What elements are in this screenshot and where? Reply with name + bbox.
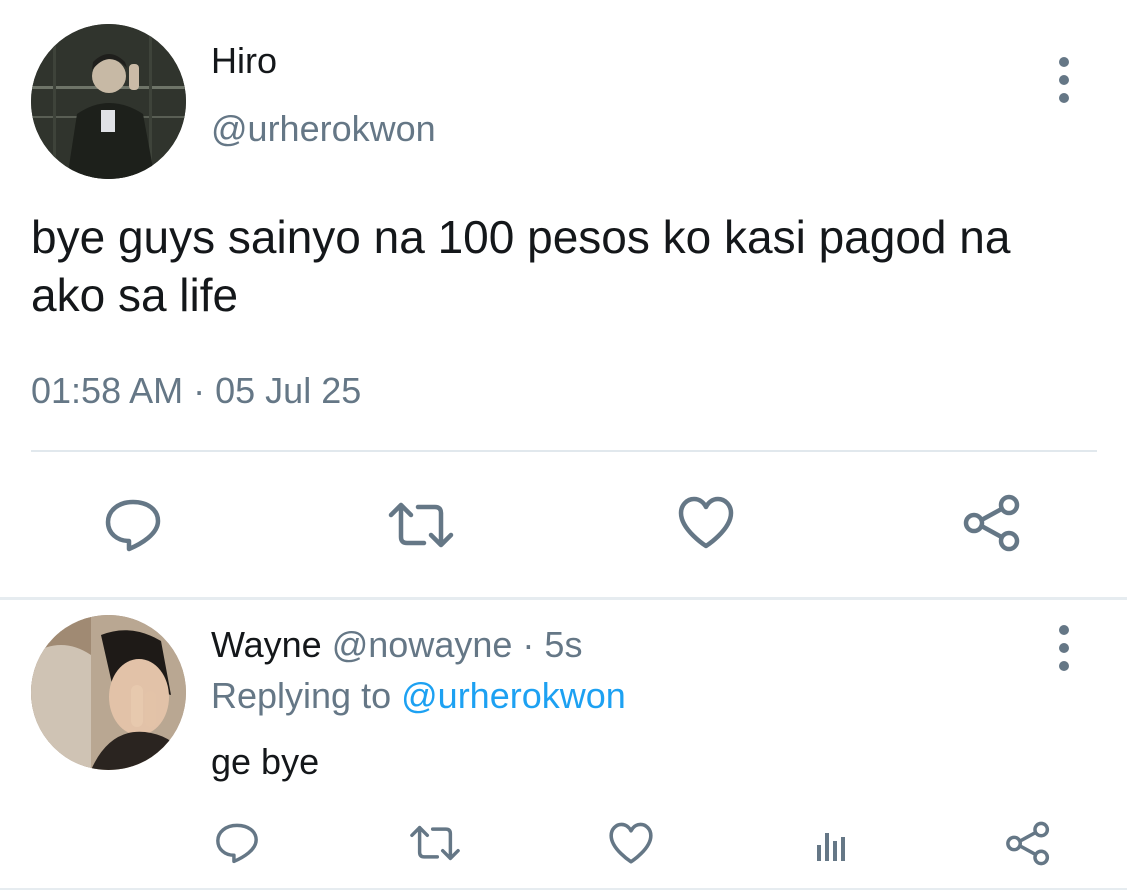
tweet-date: 05 Jul 25 [215,370,362,411]
share-icon [963,494,1020,552]
reply-author-avatar[interactable] [31,615,186,770]
share-button[interactable] [957,492,1027,554]
like-button[interactable] [606,818,656,868]
like-button[interactable] [673,492,739,554]
tweet-detail-screen: Hiro @urherokwon bye guys sainyo na 100 … [0,0,1127,894]
share-button[interactable] [1002,818,1054,868]
heart-icon [609,822,653,864]
share-icon [1006,821,1050,865]
avatar-photo-icon [31,615,186,770]
replying-to-handle-link[interactable]: @urherokwon [401,675,626,716]
reply-tweet-text: ge bye [211,741,320,782]
retweet-button[interactable] [407,818,463,868]
author-display-name[interactable]: Hiro [211,40,277,82]
section-divider [0,597,1127,600]
heart-icon [678,496,734,549]
reply-author-handle[interactable]: @nowayne [332,624,513,665]
analytics-button[interactable] [806,818,856,868]
reply-header: Wayne @nowayne · 5s [211,624,582,666]
retweet-icon [388,502,454,548]
retweet-icon [410,825,460,861]
replying-to: Replying to @urherokwon [211,675,626,717]
analytics-icon [817,833,845,861]
reply-author-name[interactable]: Wayne [211,624,322,665]
divider [0,888,1127,890]
divider [31,450,1097,452]
more-dots-icon [1059,625,1069,635]
meta-separator: · [193,370,206,411]
tweet-text: bye guys sainyo na 100 pesos ko kasi pag… [31,211,1011,321]
tweet-timestamp: 01:58 AM · 05 Jul 25 [31,370,361,412]
tweet-time: 01:58 AM [31,370,184,411]
reply-icon [216,823,258,864]
meta-separator: · [522,624,535,665]
more-dots-icon [1059,57,1069,67]
more-options-button[interactable] [1057,625,1071,671]
reply-icon [105,499,161,552]
more-options-button[interactable] [1057,57,1071,103]
avatar-photo-icon [31,24,186,179]
reply-button[interactable] [212,818,262,868]
reply-button[interactable] [100,495,166,555]
retweet-button[interactable] [385,495,457,555]
author-avatar[interactable] [31,24,186,179]
author-handle[interactable]: @urherokwon [211,108,436,150]
replying-to-label: Replying to [211,675,392,716]
reply-time-ago: 5s [544,624,583,665]
